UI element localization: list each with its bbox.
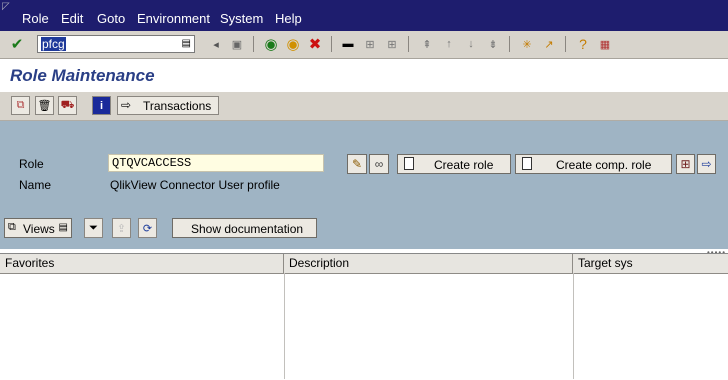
show-documentation-label: Show documentation	[191, 222, 304, 236]
cancel-icon[interactable]: ✖	[306, 35, 324, 53]
document-icon	[404, 157, 414, 170]
menu-goto[interactable]: Goto	[97, 12, 125, 26]
create-role-label: Create role	[434, 158, 494, 172]
views-label: Views	[23, 222, 55, 236]
first-page-icon[interactable]: ⇞	[418, 35, 436, 53]
insert-node-icon[interactable]: ⇪	[112, 218, 131, 238]
new-session-icon[interactable]: ✳	[518, 35, 536, 53]
separator	[565, 36, 566, 52]
separator	[331, 36, 332, 52]
show-documentation-button[interactable]: Show documentation	[172, 218, 317, 238]
command-field[interactable]: pfcg ▤	[37, 35, 195, 53]
exit-icon[interactable]: ◉	[284, 35, 302, 53]
enter-check-icon[interactable]: ✔	[8, 35, 26, 53]
display-glasses-icon[interactable]: ∞	[369, 154, 389, 174]
menu-environment[interactable]: Environment	[137, 12, 210, 26]
other-role-icon[interactable]: ⇨	[697, 154, 716, 174]
standard-toolbar: ✔ pfcg ▤ ◂ ▣ ◉ ◉ ✖ ▬ ⊞ ⊞ ⇞ ↑ ↓ ⇟ ✳ ↗ ? ▦	[0, 31, 728, 59]
dropdown-icon: ▤	[58, 222, 68, 233]
menu-bar: ◸ Role Edit Goto Environment System Help	[0, 0, 728, 31]
name-label: Name	[19, 178, 52, 192]
role-label: Role	[19, 157, 44, 171]
next-page-icon[interactable]: ↓	[462, 35, 480, 53]
menu-system[interactable]: System	[220, 12, 263, 26]
menu-edit[interactable]: Edit	[61, 12, 83, 26]
shortcut-icon[interactable]: ↗	[540, 35, 558, 53]
page-title: Role Maintenance	[10, 66, 155, 85]
separator	[509, 36, 510, 52]
menu-help[interactable]: Help	[275, 12, 302, 26]
system-menu-icon[interactable]: ◸	[2, 2, 16, 14]
menu-role[interactable]: Role	[22, 12, 49, 26]
transactions-label: Transactions	[143, 99, 212, 113]
create-role-button[interactable]: Create role	[397, 154, 511, 174]
views-button[interactable]: ⧉ Views ▤	[4, 218, 72, 238]
grid-header: Favorites Description Target sys	[0, 254, 728, 274]
copy-icon[interactable]: ⧉	[11, 96, 30, 115]
command-field-value: pfcg	[41, 37, 66, 51]
filter-icon[interactable]: ⏷	[84, 218, 103, 238]
back-icon[interactable]: ◉	[262, 35, 280, 53]
transactions-button[interactable]: ⇨ Transactions	[117, 96, 219, 115]
help-icon[interactable]: ?	[574, 35, 592, 53]
save-icon[interactable]: ▣	[228, 35, 246, 53]
delete-icon[interactable]: 🗑	[35, 96, 54, 115]
role-work-area: Role QTQVCACCESS Name QlikView Connector…	[0, 121, 728, 249]
document-icon	[522, 157, 532, 170]
favorites-tree: Favorites Description Target sys	[0, 253, 728, 380]
application-toolbar: ⧉ 🗑 ⛟ i ⇨ Transactions	[0, 92, 728, 121]
command-history-icon[interactable]: ▤	[182, 38, 191, 50]
arrow-right-icon: ⇨	[121, 98, 132, 112]
create-comp-role-button[interactable]: Create comp. role	[515, 154, 672, 174]
title-bar: Role Maintenance	[0, 59, 728, 93]
column-divider	[573, 273, 574, 379]
print-icon[interactable]: ▬	[339, 35, 357, 53]
views-icon: ⧉	[8, 221, 16, 233]
role-field[interactable]: QTQVCACCESS	[108, 154, 324, 172]
previous-page-icon[interactable]: ↑	[440, 35, 458, 53]
info-icon[interactable]: i	[92, 96, 111, 115]
separator	[408, 36, 409, 52]
create-comp-role-label: Create comp. role	[556, 158, 652, 172]
column-divider	[284, 273, 285, 379]
column-description[interactable]: Description	[284, 254, 573, 273]
edit-pencil-icon[interactable]: ✎	[347, 154, 367, 174]
role-description: QlikView Connector User profile	[110, 178, 280, 192]
layout-menu-icon[interactable]: ▦	[596, 35, 614, 53]
find-icon[interactable]: ⊞	[361, 35, 379, 53]
refresh-icon[interactable]: ⟳	[138, 218, 157, 238]
column-target-sys[interactable]: Target sys	[573, 254, 728, 273]
find-next-icon[interactable]: ⊞	[383, 35, 401, 53]
transport-icon[interactable]: ⛟	[58, 96, 77, 115]
column-favorites[interactable]: Favorites	[0, 254, 284, 273]
mass-transport-icon[interactable]: ⊞	[676, 154, 695, 174]
collapse-icon[interactable]: ◂	[207, 35, 225, 53]
last-page-icon[interactable]: ⇟	[484, 35, 502, 53]
separator	[253, 36, 254, 52]
